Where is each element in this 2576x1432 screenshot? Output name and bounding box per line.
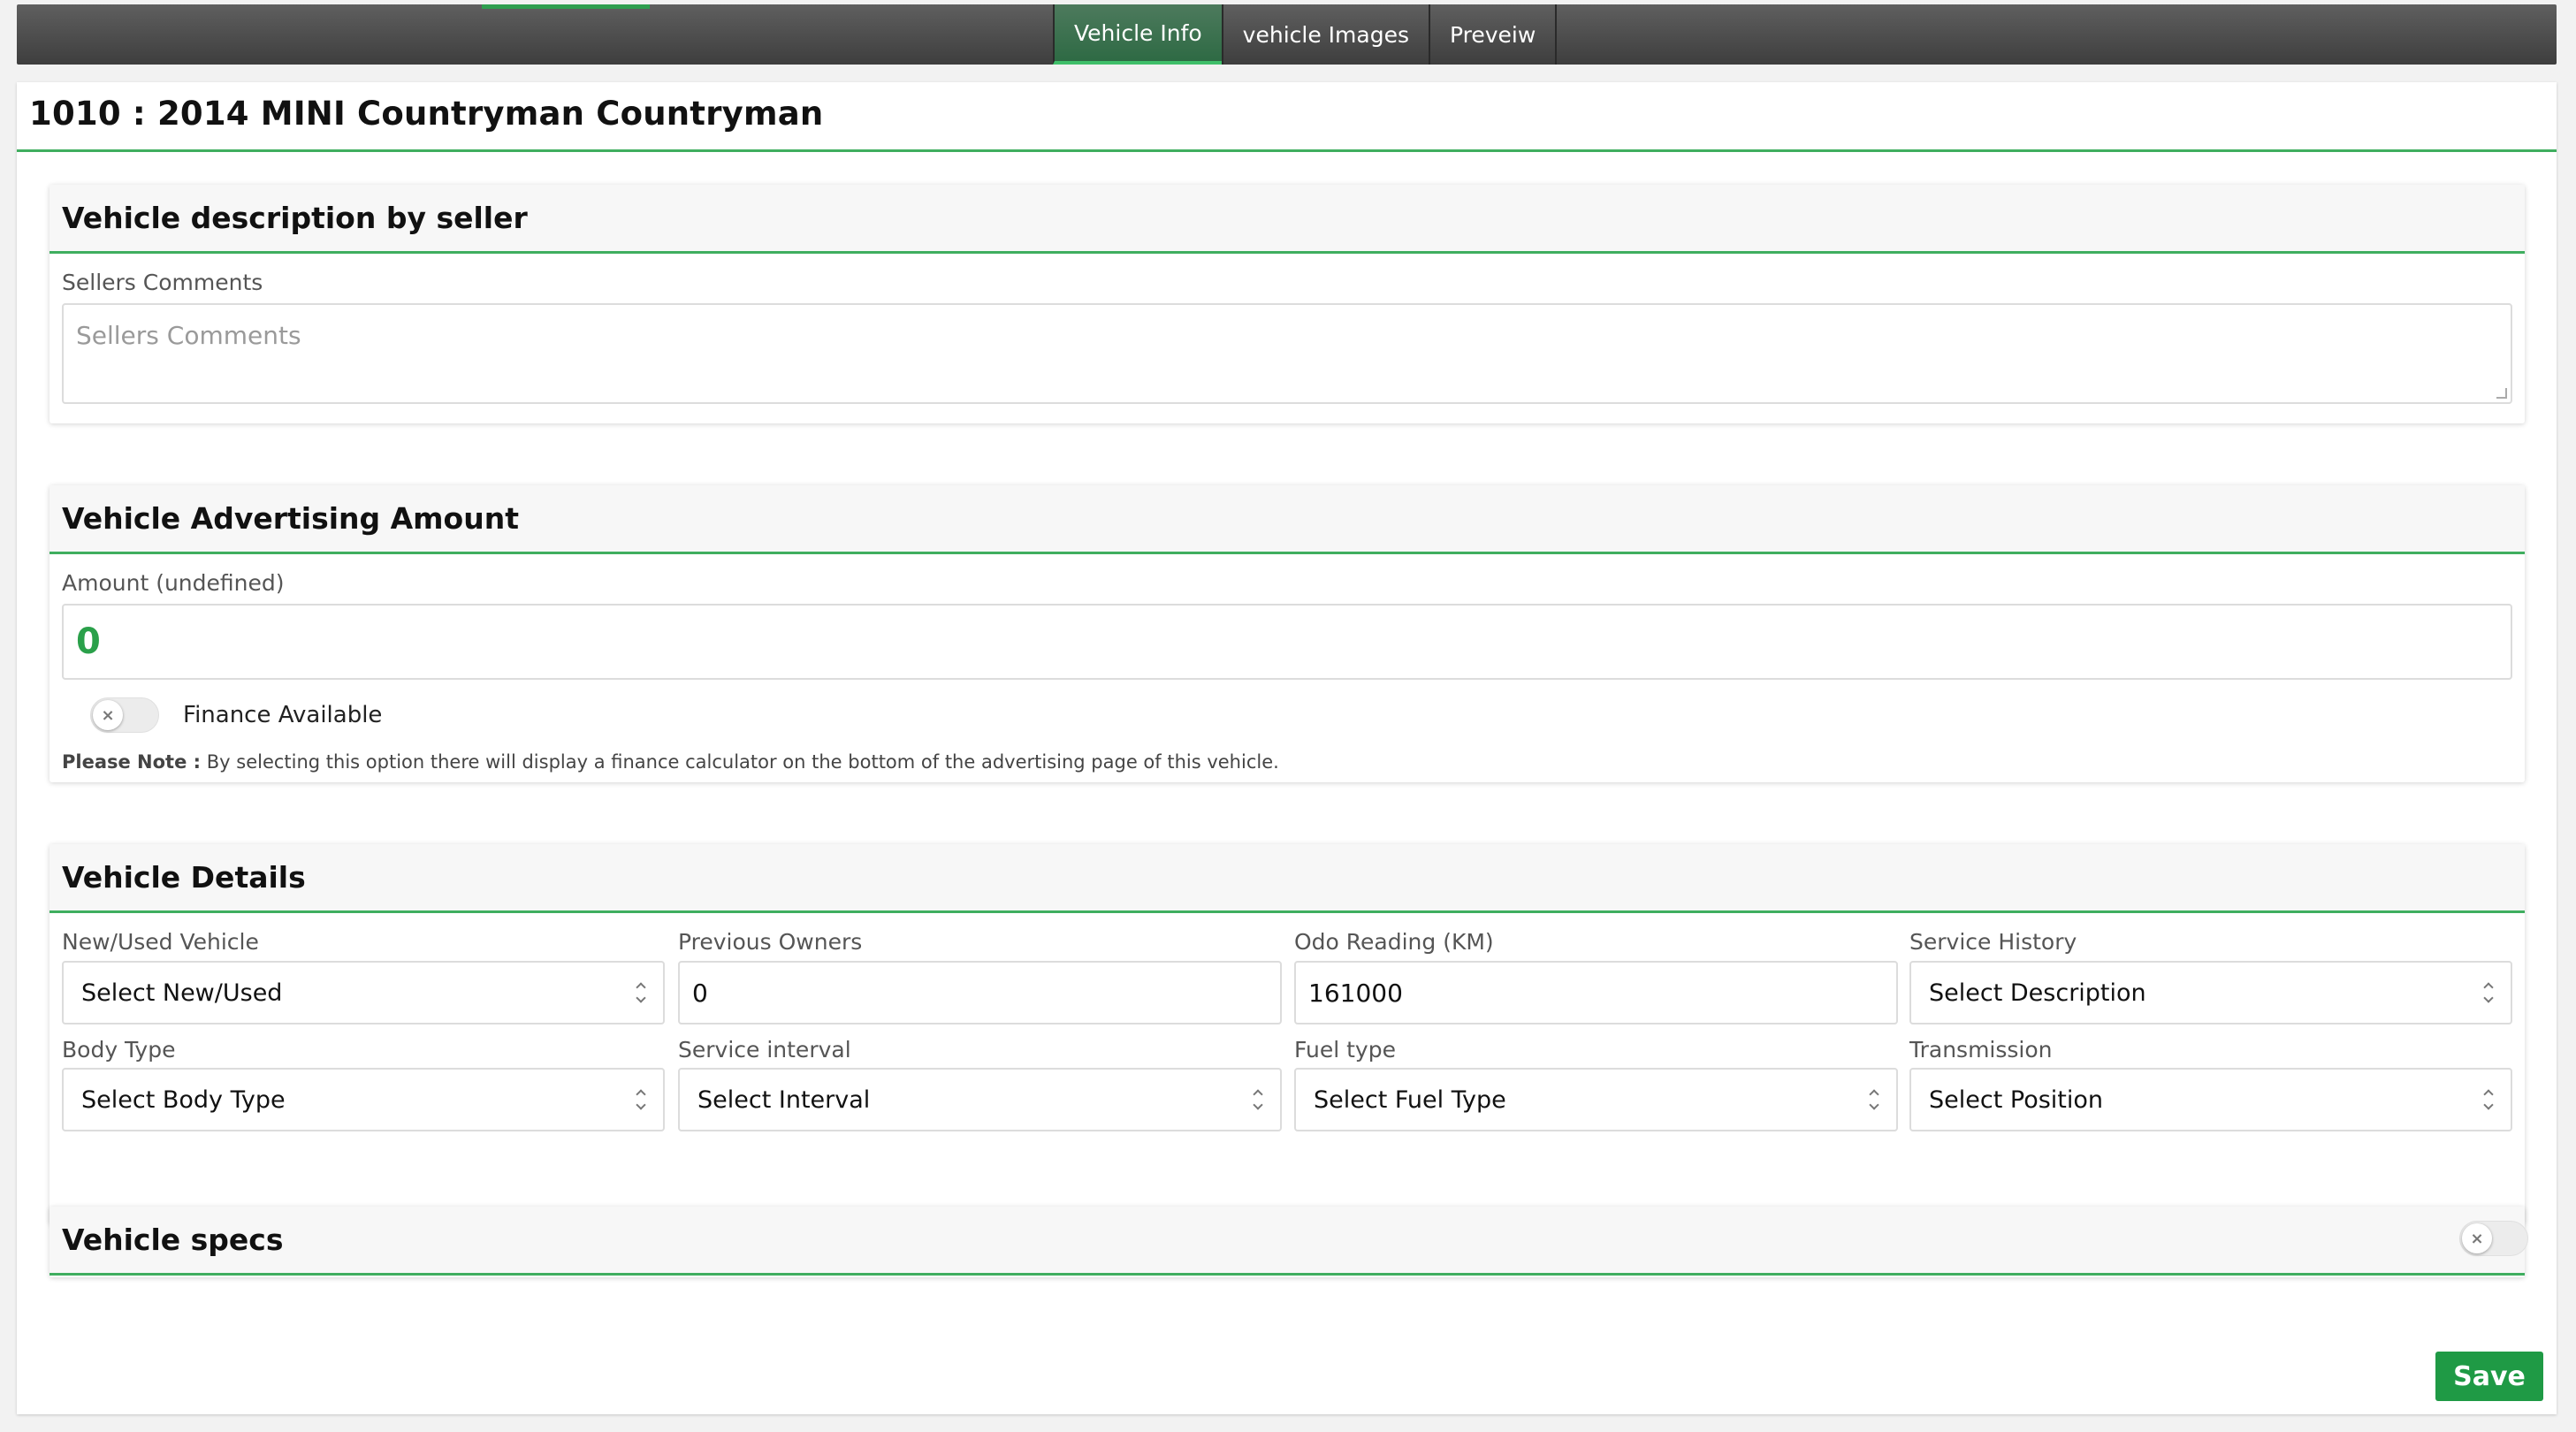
nav-tabs: Vehicle Info vehicle Images Preveiw (1053, 4, 1558, 65)
service-interval-value: Select Interval (697, 1085, 871, 1114)
save-button[interactable]: Save (2435, 1352, 2543, 1401)
transmission-label: Transmission (1909, 1037, 2053, 1063)
section-header: Vehicle specs × (50, 1207, 2528, 1276)
select-chevron-icon (1868, 1088, 1880, 1111)
amount-input[interactable]: 0 (62, 604, 2512, 680)
note-prefix: Please Note : (62, 751, 202, 773)
vehicle-specs-toggle[interactable]: × (2459, 1221, 2528, 1256)
sellers-comments-textarea[interactable]: Sellers Comments (62, 303, 2512, 404)
section-advertising-amount: Vehicle Advertising Amount Amount (undef… (50, 485, 2525, 782)
note-text: By selecting this option there will disp… (206, 751, 1279, 773)
new-used-value: Select New/Used (81, 979, 283, 1007)
section-title: Vehicle description by seller (62, 201, 528, 235)
section-vehicle-details: Vehicle Details New/Used Vehicle Select … (50, 844, 2525, 1224)
transmission-select[interactable]: Select Position (1909, 1068, 2512, 1131)
section-title: Vehicle Details (62, 860, 306, 895)
select-chevron-icon (635, 1088, 647, 1111)
sellers-comments-label: Sellers Comments (62, 270, 263, 295)
service-interval-select[interactable]: Select Interval (678, 1068, 1282, 1131)
main-panel: 1010 : 2014 MINI Countryman Countryman V… (17, 82, 2557, 1414)
previous-owners-label: Previous Owners (678, 929, 863, 955)
section-vehicle-specs: Vehicle specs × (50, 1207, 2528, 1277)
body-type-select[interactable]: Select Body Type (62, 1068, 665, 1131)
toggle-off-icon: × (93, 700, 123, 730)
finance-note: Please Note : By selecting this option t… (62, 751, 1279, 773)
finance-available-toggle[interactable]: × (90, 697, 159, 733)
section-header: Vehicle description by seller (50, 185, 2525, 254)
section-header: Vehicle Advertising Amount (50, 485, 2525, 554)
tab-preview[interactable]: Preveiw (1428, 4, 1558, 65)
odo-reading-label: Odo Reading (KM) (1294, 929, 1494, 955)
select-chevron-icon (2482, 981, 2495, 1004)
body-type-label: Body Type (62, 1037, 176, 1063)
toggle-off-icon: × (2462, 1223, 2492, 1253)
section-header: Vehicle Details (50, 844, 2525, 913)
service-interval-label: Service interval (678, 1037, 851, 1063)
tab-vehicle-images[interactable]: vehicle Images (1221, 4, 1430, 65)
service-history-label: Service History (1909, 929, 2077, 955)
fuel-type-value: Select Fuel Type (1314, 1085, 1506, 1114)
title-divider (17, 149, 2557, 152)
nav-accent-bar (482, 4, 650, 9)
odo-reading-input[interactable]: 161000 (1294, 961, 1898, 1024)
top-nav-bar: Vehicle Info vehicle Images Preveiw (17, 4, 2557, 65)
section-title: Vehicle specs (62, 1223, 284, 1257)
service-history-select[interactable]: Select Description (1909, 961, 2512, 1024)
finance-available-label: Finance Available (183, 702, 383, 728)
select-chevron-icon (1252, 1088, 1264, 1111)
amount-label: Amount (undefined) (62, 570, 285, 596)
new-used-label: New/Used Vehicle (62, 929, 259, 955)
sellers-comments-placeholder: Sellers Comments (76, 321, 301, 350)
body-type-value: Select Body Type (81, 1085, 286, 1114)
section-vehicle-description: Vehicle description by seller Sellers Co… (50, 185, 2525, 423)
fuel-type-label: Fuel type (1294, 1037, 1396, 1063)
tab-vehicle-info[interactable]: Vehicle Info (1053, 4, 1223, 65)
transmission-value: Select Position (1929, 1085, 2104, 1114)
select-chevron-icon (635, 981, 647, 1004)
previous-owners-input[interactable]: 0 (678, 961, 1282, 1024)
resize-grip-icon[interactable] (2496, 388, 2507, 399)
page-title: 1010 : 2014 MINI Countryman Countryman (29, 95, 824, 133)
section-title: Vehicle Advertising Amount (62, 501, 519, 536)
new-used-select[interactable]: Select New/Used (62, 961, 665, 1024)
service-history-value: Select Description (1929, 979, 2146, 1007)
fuel-type-select[interactable]: Select Fuel Type (1294, 1068, 1898, 1131)
select-chevron-icon (2482, 1088, 2495, 1111)
